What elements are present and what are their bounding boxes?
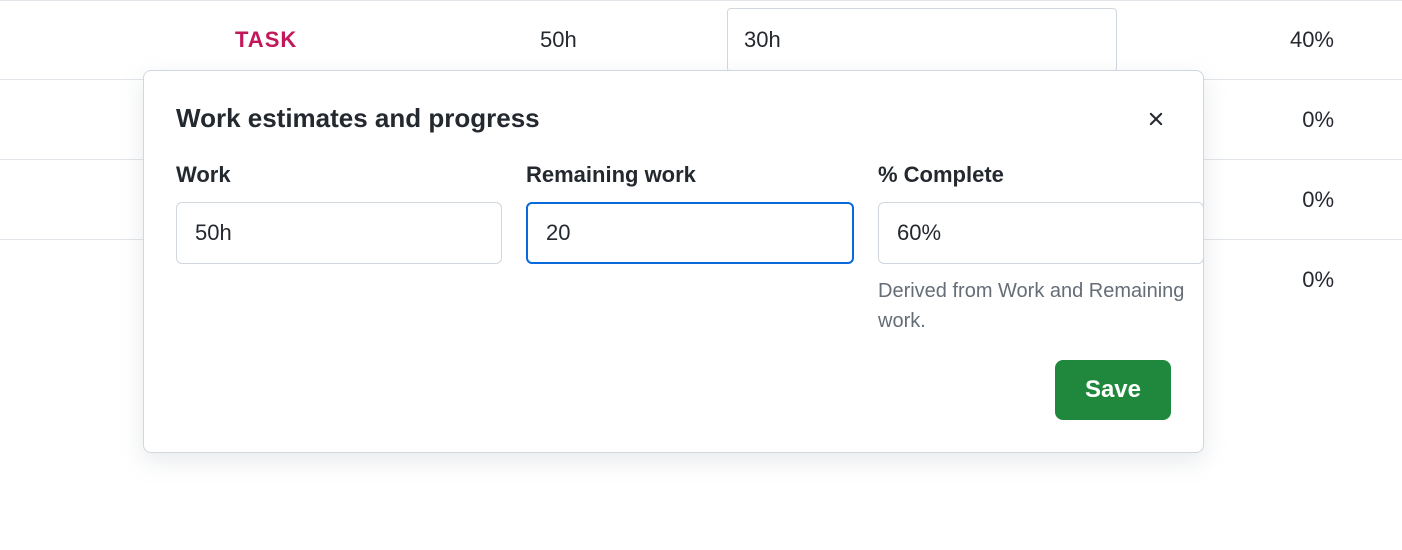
work-cell: 50h: [430, 27, 710, 53]
work-input[interactable]: [176, 202, 502, 264]
percent-complete-label: % Complete: [878, 162, 1204, 188]
task-name-cell: TASK: [0, 27, 430, 53]
percent-complete-input[interactable]: [878, 202, 1204, 264]
work-label: Work: [176, 162, 502, 188]
percent-complete-helper: Derived from Work and Remaining work.: [878, 276, 1204, 336]
popover-header: Work estimates and progress: [176, 103, 1171, 134]
close-button[interactable]: [1141, 104, 1171, 134]
remaining-work-label: Remaining work: [526, 162, 854, 188]
work-estimates-popover: Work estimates and progress Work Remaini…: [143, 70, 1204, 453]
percent-complete-field-group: % Complete Derived from Work and Remaini…: [878, 162, 1204, 336]
popover-title: Work estimates and progress: [176, 103, 540, 134]
remaining-cell[interactable]: 30h: [727, 8, 1117, 72]
popover-footer: Save: [176, 360, 1171, 420]
remaining-cell-wrapper: 30h: [710, 8, 1100, 72]
close-icon: [1145, 108, 1167, 130]
work-field-group: Work: [176, 162, 502, 336]
pct-cell: 40%: [1100, 27, 1402, 53]
table-row[interactable]: TASK 50h 30h 40%: [0, 0, 1402, 80]
remaining-work-field-group: Remaining work: [526, 162, 854, 336]
save-button[interactable]: Save: [1055, 360, 1171, 420]
remaining-work-input[interactable]: [526, 202, 854, 264]
form-row: Work Remaining work % Complete Derived f…: [176, 162, 1171, 336]
